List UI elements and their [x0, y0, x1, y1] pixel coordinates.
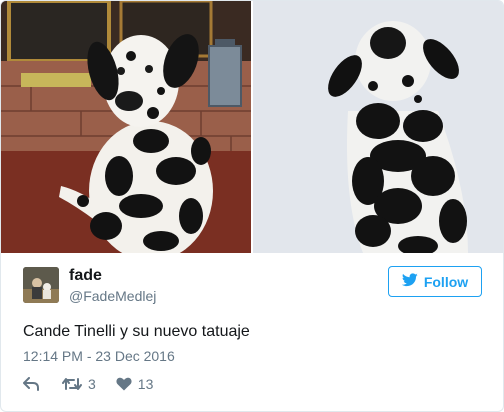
like-button[interactable]: 13 — [116, 376, 154, 392]
author-handle[interactable]: @FadeMedlej — [69, 288, 156, 304]
dalmatian-photo-right[interactable] — [253, 1, 503, 253]
avatar[interactable] — [23, 267, 59, 303]
tweet-card: fade @FadeMedlej Follow Cande Tinelli y … — [0, 0, 504, 412]
tweet-timestamp[interactable]: 12:14 PM - 23 Dec 2016 — [23, 348, 175, 364]
tweet-text: Cande Tinelli y su nuevo tatuaje — [23, 323, 250, 340]
follow-button[interactable]: Follow — [388, 266, 482, 297]
tweet-actions: 3 13 — [23, 375, 153, 393]
like-count: 13 — [137, 376, 154, 392]
retweet-count: 3 — [88, 376, 96, 392]
twitter-bird-icon — [401, 273, 418, 290]
heart-icon — [116, 377, 132, 391]
retweet-icon — [62, 377, 82, 391]
reply-icon — [23, 377, 40, 391]
author-name[interactable]: fade — [69, 267, 102, 285]
follow-button-label: Follow — [423, 273, 469, 290]
reply-button[interactable] — [23, 377, 40, 391]
dalmatian-photo-left[interactable] — [1, 1, 251, 253]
tweet-media[interactable] — [1, 1, 503, 253]
retweet-button[interactable]: 3 — [62, 376, 96, 392]
